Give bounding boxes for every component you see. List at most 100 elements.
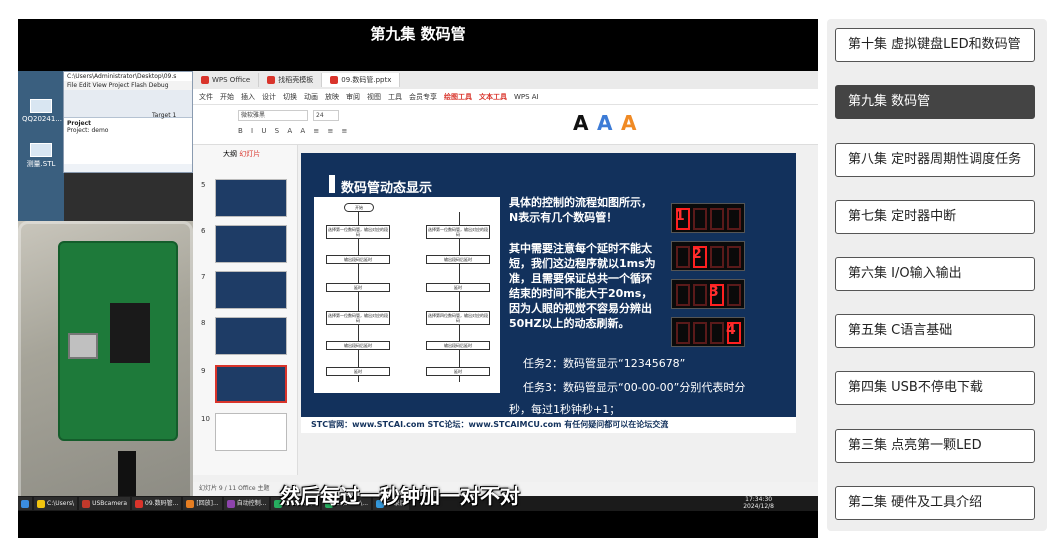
flow-step: 延时 xyxy=(426,367,490,376)
slide-number: 8 xyxy=(201,319,206,327)
slide-thumbnail[interactable] xyxy=(215,179,287,217)
start-button[interactable] xyxy=(18,497,32,510)
flow-step: 选择第一位数码管，输出对应的段码 xyxy=(326,225,390,239)
menu-file[interactable]: 文件 xyxy=(199,92,213,102)
wps-logo-icon xyxy=(201,76,209,84)
keil-menu: File Edit View Project Flash Debug xyxy=(64,81,192,90)
system-clock: 17:34:30 2024/12/8 xyxy=(743,496,774,510)
episode-item[interactable]: 第二集 硬件及工具介绍 xyxy=(835,486,1035,520)
tab-templates[interactable]: 找稻壳模板 xyxy=(259,73,323,87)
text-style-black[interactable]: A xyxy=(573,111,588,135)
episode-item[interactable]: 第五集 C语言基础 xyxy=(835,314,1035,348)
video-player[interactable]: 第九集 数码管 QQ20241... 测量.STL C:\Users\Admin… xyxy=(18,19,818,538)
slide-title: 数码管动态显示 xyxy=(341,181,433,196)
tab-wps-office[interactable]: WPS Office xyxy=(193,73,260,87)
app-icon xyxy=(226,499,235,508)
slide-thumbnail[interactable] xyxy=(215,317,287,355)
slide-thumbnail[interactable] xyxy=(215,413,287,451)
font-select[interactable]: 微软雅黑 xyxy=(238,110,308,121)
wps-tabbar: WPS Office 找稻壳模板 09.数码管.pptx xyxy=(193,71,818,89)
flow-step: 输出段码后延时 xyxy=(426,341,490,350)
camera-icon xyxy=(82,499,91,508)
folder-icon xyxy=(37,499,45,508)
episode-playlist: 第十集 虚拟键盘LED和数码管 第九集 数码管 第八集 定时器周期性调度任务 第… xyxy=(827,19,1047,531)
episode-item[interactable]: 第四集 USB不停电下载 xyxy=(835,371,1035,405)
slide-number: 7 xyxy=(201,273,206,281)
slide-paragraph: 具体的控制的流程如图所示，N表示有几个数码管！ xyxy=(509,196,652,224)
episode-item[interactable]: 第八集 定时器周期性调度任务 xyxy=(835,143,1035,177)
keil-menu-item[interactable]: Flash xyxy=(131,82,147,89)
project-tree-item[interactable]: Project: demo xyxy=(67,127,189,134)
format-buttons[interactable]: B I U S A A ≡ ≡ ≡ xyxy=(238,127,350,135)
flow-step: 延时 xyxy=(326,283,390,292)
template-icon xyxy=(267,76,276,84)
keil-menu-item[interactable]: File xyxy=(67,82,77,89)
slide-panel: 大纲 幻灯片 5 6 7 8 9 10 xyxy=(193,145,298,475)
flow-step: 选择第一位数码管，输出对应的段码 xyxy=(326,311,390,325)
menu-wps-ai[interactable]: WPS AI xyxy=(514,93,539,101)
enclosure xyxy=(18,221,193,511)
seven-segment-display xyxy=(671,279,745,309)
menu-text-tools[interactable]: 文本工具 xyxy=(479,92,507,102)
seven-segment-display xyxy=(671,241,745,271)
panel-tabs[interactable]: 大纲 幻灯片 xyxy=(223,149,260,159)
episode-item-active[interactable]: 第九集 数码管 xyxy=(835,85,1035,119)
keil-menu-item[interactable]: View xyxy=(93,82,107,89)
menu-member[interactable]: 会员专享 xyxy=(409,92,437,102)
menu-home[interactable]: 开始 xyxy=(220,92,234,102)
task-3: 任务3：数码管显示“00-00-00”分别代表时分 xyxy=(523,381,746,394)
taskbar-item[interactable]: 09.数码管... xyxy=(132,497,182,510)
keil-menu-item[interactable]: Project xyxy=(109,82,130,89)
flow-step: 输出段码后延时 xyxy=(426,255,490,264)
wps-icon xyxy=(135,499,144,508)
browser-icon xyxy=(186,499,195,508)
desktop-icon[interactable]: QQ20241... xyxy=(22,99,62,123)
tab-document[interactable]: 09.数码管.pptx xyxy=(322,73,401,87)
episode-item[interactable]: 第十集 虚拟键盘LED和数码管 xyxy=(835,28,1035,62)
episode-item[interactable]: 第六集 I/O输入输出 xyxy=(835,257,1035,291)
menu-transitions[interactable]: 切换 xyxy=(283,92,297,102)
menu-tools[interactable]: 工具 xyxy=(388,92,402,102)
slide-canvas[interactable]: 数码管动态显示 开始 选择第一位数码管，输出对应的段码 输出段码后延时 延时 选… xyxy=(301,153,796,433)
menu-review[interactable]: 审阅 xyxy=(346,92,360,102)
slide-thumbnail[interactable] xyxy=(215,271,287,309)
menu-animations[interactable]: 动画 xyxy=(304,92,318,102)
target-select[interactable]: Target 1 xyxy=(152,112,176,119)
taskbar-item[interactable]: [回放]... xyxy=(183,497,222,510)
keil-title: C:\Users\Administrator\Desktop\09.s xyxy=(64,72,192,81)
project-panel: Project Project: demo xyxy=(64,118,192,164)
title-accent-bar xyxy=(329,175,335,193)
flowchart: 开始 选择第一位数码管，输出对应的段码 输出段码后延时 延时 选择第一位数码管，… xyxy=(314,197,500,393)
board-photo xyxy=(18,221,193,511)
episode-item[interactable]: 第七集 定时器中断 xyxy=(835,200,1035,234)
wps-window: WPS Office 找稻壳模板 09.数码管.pptx 文件 开始 插入 设计… xyxy=(193,71,818,496)
text-style-orange[interactable]: A xyxy=(621,111,636,135)
digit-3: 3 xyxy=(709,284,719,300)
menu-design[interactable]: 设计 xyxy=(262,92,276,102)
menu-drawing-tools[interactable]: 绘图工具 xyxy=(444,92,472,102)
slide-thumbnail[interactable] xyxy=(215,225,287,263)
keil-menu-item[interactable]: Edit xyxy=(79,82,91,89)
taskbar-item[interactable]: 自动控制... xyxy=(223,497,270,510)
video-subtitle: 然后每过一秒钟加一对不对 xyxy=(280,484,520,508)
taskbar-item[interactable]: USBcamera xyxy=(79,497,131,510)
desktop-icon[interactable]: 测量.STL xyxy=(22,143,60,169)
episode-item[interactable]: 第三集 点亮第一颗LED xyxy=(835,429,1035,463)
screen-recording: QQ20241... 测量.STL C:\Users\Administrator… xyxy=(18,71,818,511)
menu-slideshow[interactable]: 放映 xyxy=(325,92,339,102)
keil-toolbar: Target 1 xyxy=(64,90,192,119)
wps-menu: 文件 开始 插入 设计 切换 动画 放映 审阅 视图 工具 会员专享 绘图工具 … xyxy=(193,89,818,105)
slide-number: 9 xyxy=(201,367,206,375)
taskbar-item[interactable]: C:\Users\ xyxy=(34,497,78,510)
flow-step: 选择第四位数码管，输出对应的段码 xyxy=(426,311,490,325)
keil-menu-item[interactable]: Debug xyxy=(149,82,169,89)
text-style-blue[interactable]: A xyxy=(597,111,612,135)
menu-view[interactable]: 视图 xyxy=(367,92,381,102)
menu-insert[interactable]: 插入 xyxy=(241,92,255,102)
slide-footer: STC官网：www.STCAI.com STC论坛：www.STCAIMCU.c… xyxy=(301,417,796,433)
file-icon xyxy=(30,99,52,113)
slide-thumbnail-selected[interactable] xyxy=(215,365,287,403)
flow-step: 延时 xyxy=(426,283,490,292)
font-size-select[interactable]: 24 xyxy=(313,110,339,121)
digit-1: 1 xyxy=(675,208,685,224)
